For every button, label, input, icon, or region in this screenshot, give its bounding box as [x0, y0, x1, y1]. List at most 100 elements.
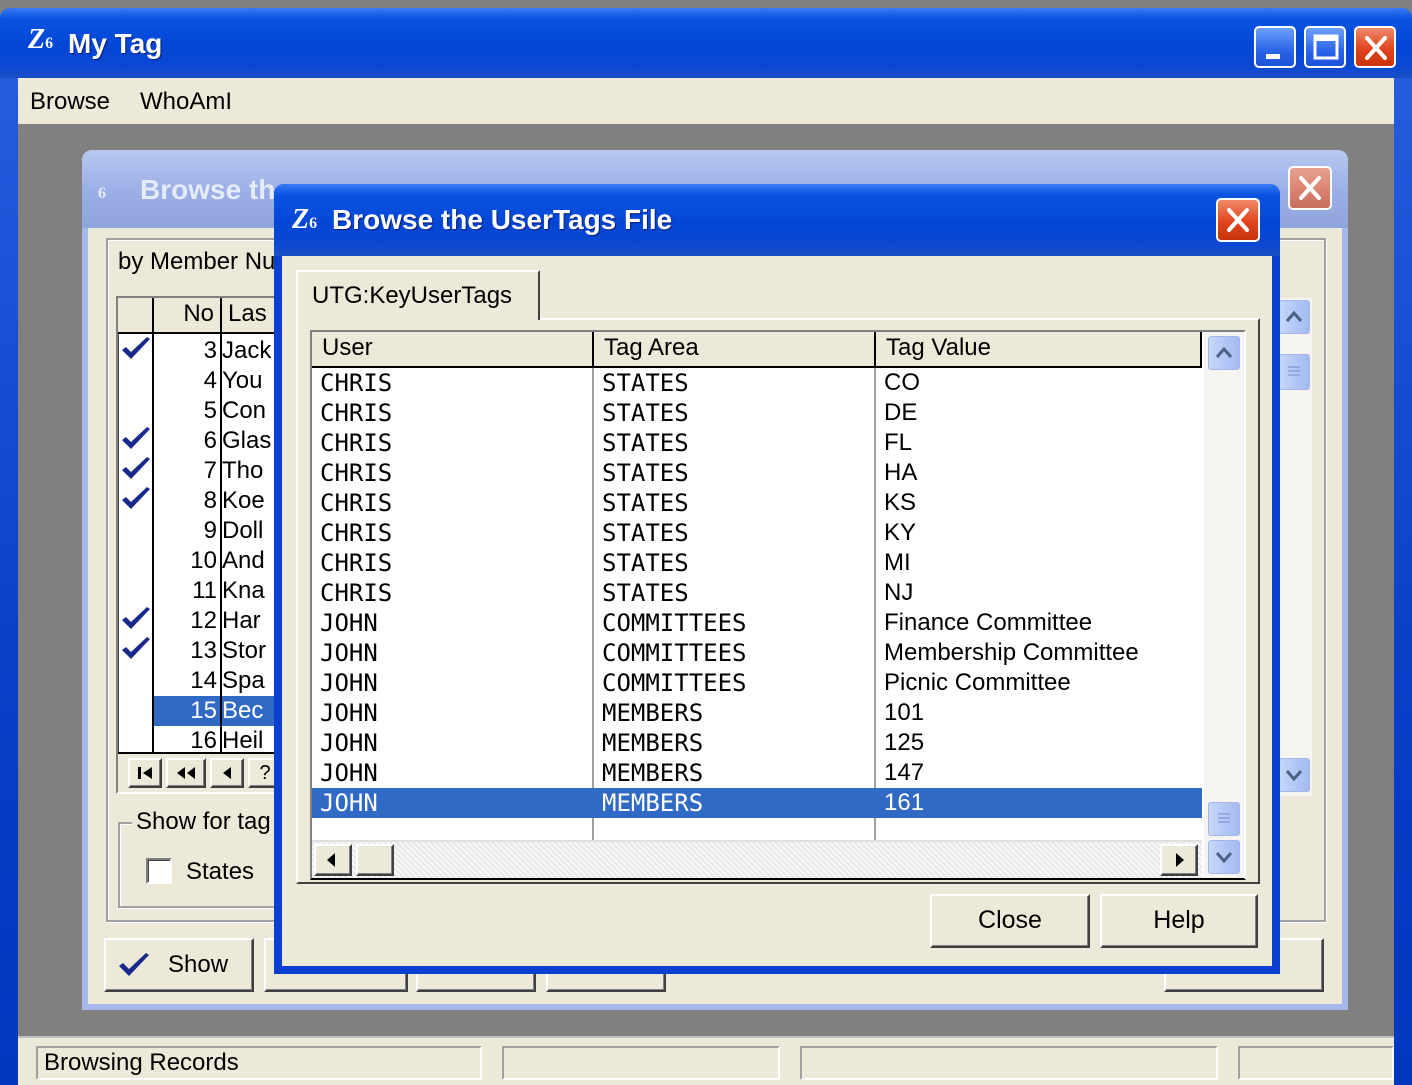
table-row[interactable]: CHRIS STATES CO [312, 368, 1202, 398]
table-row[interactable]: CHRIS STATES HA [312, 458, 1202, 488]
close-button[interactable]: Close [930, 894, 1090, 948]
help-button[interactable]: Help [1100, 894, 1258, 948]
grid-vertical-scrollbar[interactable] [1204, 332, 1244, 878]
show-button[interactable]: Show [104, 938, 254, 992]
col-header-user[interactable]: User [312, 332, 594, 368]
states-checkbox-label[interactable]: States [186, 858, 254, 886]
bg-row-number: 9 [203, 517, 217, 544]
grid-scroll-right-button[interactable] [1160, 844, 1198, 876]
table-row[interactable]: CHRIS STATES KY [312, 518, 1202, 548]
bg-col-tag[interactable] [118, 298, 154, 332]
bg-scroll-thumb[interactable] [1278, 354, 1310, 390]
table-row[interactable]: JOHN COMMITTEES Picnic Committee [312, 668, 1202, 698]
table-row[interactable]: JOHN MEMBERS 125 [312, 728, 1202, 758]
check-icon [122, 487, 150, 509]
bg-list-row[interactable]: 15 Bec [118, 696, 282, 726]
menu-browse[interactable]: Browse [30, 88, 110, 116]
states-checkbox[interactable] [146, 858, 172, 884]
bg-list-row[interactable]: 8 Koe [118, 486, 270, 516]
col-header-tag-value[interactable]: Tag Value [876, 332, 1202, 368]
bg-row-last-name: Har [222, 607, 261, 634]
cell-tag-value: 101 [884, 699, 925, 726]
usertags-grid-rows: CHRIS STATES CO CHRIS STATES DE CHRIS STATES FL C… [312, 368, 1202, 844]
maximize-button[interactable] [1304, 26, 1346, 68]
table-row[interactable]: JOHN COMMITTEES Membership Committee [312, 638, 1202, 668]
bg-list-row[interactable]: 4 You [118, 366, 270, 396]
chevron-down-icon [1285, 770, 1303, 782]
cell-user: JOHN [320, 729, 378, 757]
cell-user: CHRIS [320, 429, 393, 457]
cell-user: JOHN [320, 759, 378, 787]
table-row[interactable]: JOHN MEMBERS 101 [312, 698, 1202, 728]
check-icon [122, 337, 150, 359]
cell-tag-value: KY [884, 519, 917, 546]
cell-tag-area: STATES [602, 369, 689, 397]
table-row[interactable]: CHRIS STATES KS [312, 488, 1202, 518]
nav-prev-page-button[interactable] [166, 758, 206, 788]
bg-col-no[interactable]: No [154, 298, 222, 332]
tab-keyusertags[interactable]: UTG:KeyUserTags [296, 270, 540, 320]
bg-row-last-name: Stor [222, 637, 267, 664]
bg-row-last-name: And [222, 547, 265, 574]
cell-tag-value: FL [884, 429, 913, 456]
bg-list-row[interactable]: 5 Con [118, 396, 270, 426]
background-close-button[interactable] [1288, 166, 1332, 210]
bg-scroll-up-button[interactable] [1278, 300, 1310, 334]
usertags-grid[interactable]: User Tag Area Tag Value CHRIS STATES CO CHR… [310, 330, 1246, 880]
grid-scroll-left-button[interactable] [314, 844, 352, 876]
status-panel-2 [502, 1046, 780, 1080]
minimize-button[interactable] [1254, 26, 1296, 68]
prev-page-icon [177, 767, 195, 779]
cell-tag-area: STATES [602, 459, 689, 487]
cell-tag-value: 125 [884, 729, 925, 756]
main-window-title: My Tag [68, 28, 163, 59]
grid-scroll-thumb[interactable] [1208, 802, 1240, 836]
cell-user: CHRIS [320, 399, 393, 427]
close-icon [1365, 36, 1387, 60]
table-row[interactable]: JOHN MEMBERS 147 [312, 758, 1202, 788]
bg-list-scrollbar[interactable] [1278, 298, 1312, 796]
table-row[interactable]: CHRIS STATES DE [312, 398, 1202, 428]
nav-first-button[interactable] [128, 758, 162, 788]
bg-row-number: 7 [203, 457, 217, 484]
bg-list-row[interactable]: 3 Jack [118, 336, 271, 366]
bg-list-row[interactable]: 14 Spa [118, 666, 270, 696]
chevron-up-icon [1285, 310, 1303, 322]
table-row[interactable]: JOHN MEMBERS 161 [312, 788, 1202, 818]
bg-list-row[interactable]: 13 Stor [118, 636, 270, 666]
bg-list-row[interactable]: 10 And [118, 546, 270, 576]
bg-list-row[interactable]: 7 Tho [118, 456, 270, 486]
bg-row-number: 10 [190, 547, 217, 574]
app-icon: Z6 [28, 24, 54, 55]
nav-prev-button[interactable] [210, 758, 244, 788]
table-row[interactable]: CHRIS STATES FL [312, 428, 1202, 458]
usertags-dialog-title-bar[interactable]: Z6 Browse the UserTags File [274, 184, 1280, 256]
main-title-bar[interactable]: Z6 My Tag [0, 8, 1412, 78]
table-row[interactable]: CHRIS STATES NJ [312, 578, 1202, 608]
bg-list-row[interactable]: 6 Glas [118, 426, 271, 456]
cell-tag-value: DE [884, 399, 918, 426]
close-window-button[interactable] [1354, 26, 1396, 68]
table-row[interactable]: CHRIS STATES MI [312, 548, 1202, 578]
cell-user: JOHN [320, 789, 378, 817]
grid-scroll-up-button[interactable] [1208, 336, 1240, 370]
bg-tab-label[interactable]: by Member Nu [118, 248, 275, 276]
bg-list-row[interactable]: 11 Kna [118, 576, 270, 606]
cell-user: JOHN [320, 699, 378, 727]
bg-app-icon: 6 [98, 185, 106, 202]
bg-list-row[interactable]: 12 Har [118, 606, 270, 636]
bg-row-last-name: Kna [222, 577, 265, 604]
status-panel-3 [800, 1046, 1218, 1080]
grid-scroll-down-button[interactable] [1208, 840, 1240, 874]
status-panel-4 [1238, 1046, 1394, 1080]
table-row[interactable]: JOHN COMMITTEES Finance Committee [312, 608, 1202, 638]
col-header-tag-area[interactable]: Tag Area [594, 332, 876, 368]
bg-list-row[interactable]: 9 Doll [118, 516, 270, 546]
cell-user: JOHN [320, 669, 378, 697]
bg-scroll-down-button[interactable] [1278, 758, 1310, 792]
dialog-close-x-button[interactable] [1216, 198, 1260, 242]
grid-hscroll-thumb[interactable] [356, 844, 394, 876]
bg-row-last-name: Jack [222, 337, 272, 364]
grid-horizontal-scrollbar[interactable] [312, 840, 1202, 878]
menu-whoami[interactable]: WhoAmI [140, 88, 232, 116]
